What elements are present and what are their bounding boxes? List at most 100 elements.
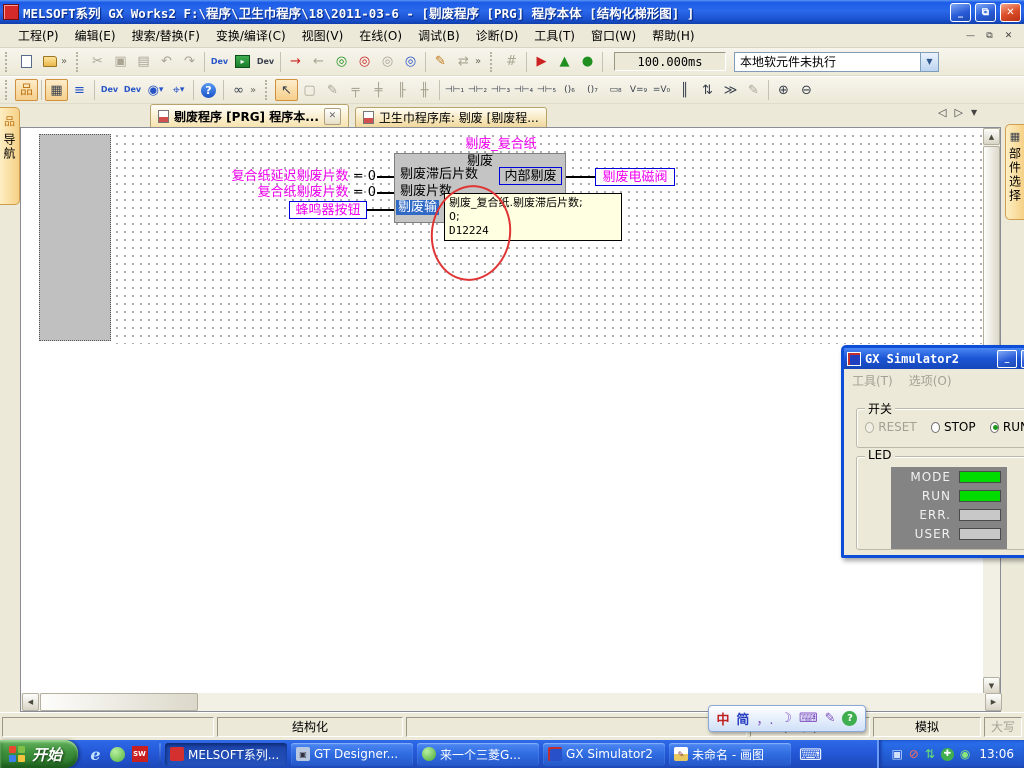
- tab-close-button[interactable]: ✕: [324, 108, 341, 125]
- navigation-side-tab[interactable]: 品 导航: [0, 107, 20, 205]
- jump-instruction-button[interactable]: ≫: [719, 79, 742, 101]
- vertical-pair-button[interactable]: ⇅: [696, 79, 719, 101]
- var-input-button[interactable]: V=₉: [627, 79, 650, 101]
- menu-find-replace[interactable]: 搜索/替换(F): [124, 24, 208, 47]
- ime-fullwidth-icon[interactable]: ☽: [780, 711, 792, 726]
- fb-input-pin-3-selected[interactable]: 剔废输: [396, 200, 439, 215]
- toolbar-grip[interactable]: [76, 52, 83, 72]
- copy-button[interactable]: ▣: [109, 51, 132, 73]
- menu-window[interactable]: 窗口(W): [583, 24, 644, 47]
- taskbar-item-melsoft[interactable]: MELSOFT系列...: [165, 743, 287, 766]
- ime-simplified-icon[interactable]: 简: [736, 709, 749, 728]
- mdi-minimize-button[interactable]: —: [963, 29, 978, 42]
- menu-compile[interactable]: 变换/编译(C): [208, 24, 294, 47]
- tab-list-button[interactable]: ▼: [971, 108, 977, 117]
- application-instruction-button[interactable]: ()₇: [581, 79, 604, 101]
- antivirus-shield-icon[interactable]: ✚: [941, 748, 954, 761]
- search-result-button[interactable]: ◎: [330, 51, 353, 73]
- menu-view[interactable]: 视图(V): [294, 24, 352, 47]
- scroll-right-button[interactable]: ▶: [985, 693, 1002, 711]
- taskbar-item-gt-designer[interactable]: ▣ GT Designer...: [291, 743, 413, 766]
- ladder-left-margin-block[interactable]: [39, 134, 111, 341]
- ime-softkeyboard-icon[interactable]: ⌨: [799, 711, 818, 726]
- falling-pulse-button[interactable]: ⊣⊢₄: [512, 79, 535, 101]
- branch-top-button[interactable]: ╤: [344, 79, 367, 101]
- ime-punctuation-icon[interactable]: ，.: [756, 709, 773, 728]
- toolbar-more-chevron[interactable]: »: [250, 85, 262, 96]
- device-display-button[interactable]: ◉▾: [144, 79, 167, 101]
- tab-scroll-right-button[interactable]: ▷: [954, 106, 962, 119]
- branch-left-button[interactable]: ╟: [390, 79, 413, 101]
- guided-mode-button[interactable]: ✎: [321, 79, 344, 101]
- taskbar-item-paint[interactable]: ✎ 未命名 - 画图: [669, 743, 791, 766]
- simulator-menu-tool[interactable]: 工具(T): [852, 372, 893, 386]
- restore-button[interactable]: ⧉: [975, 3, 996, 22]
- redo-button[interactable]: ↷: [178, 51, 201, 73]
- sync-tray-icon[interactable]: ⇅: [925, 748, 935, 760]
- zoom-in-button[interactable]: ⊕: [772, 79, 795, 101]
- close-contact-button[interactable]: ⊣⊢₂: [466, 79, 489, 101]
- reset-radio[interactable]: [865, 422, 874, 433]
- tab-scroll-left-button[interactable]: ◁: [938, 106, 946, 119]
- scroll-down-button[interactable]: ▼: [983, 677, 1000, 694]
- simulation-start-button[interactable]: ▶: [530, 51, 553, 73]
- cross-reference-button[interactable]: ◎: [376, 51, 399, 73]
- close-button[interactable]: ✕: [1000, 3, 1021, 22]
- taskbar-item-gx-simulator[interactable]: GX Simulator2: [543, 743, 665, 766]
- menu-online[interactable]: 在线(O): [351, 24, 410, 47]
- menu-diagnostics[interactable]: 诊断(D): [468, 24, 527, 47]
- menu-project[interactable]: 工程(P): [10, 24, 67, 47]
- fb-instance-label[interactable]: 剔废_复合纸: [421, 137, 581, 152]
- ime-help-icon[interactable]: ?: [842, 711, 857, 726]
- network-tray-icon[interactable]: ▣: [891, 748, 902, 760]
- jump-prev-button[interactable]: ←: [307, 51, 330, 73]
- keyboard-layout-icon[interactable]: ⌨: [799, 745, 822, 764]
- input-row-1[interactable]: 复合纸延迟剔废片数 = 0: [161, 169, 376, 184]
- offline-tray-icon[interactable]: ⊘: [909, 748, 919, 760]
- cut-button[interactable]: ✂: [86, 51, 109, 73]
- simulator-menu-option[interactable]: 选项(O): [909, 372, 952, 386]
- vertical-scroll-thumb[interactable]: [983, 146, 1000, 376]
- taskbar-item-browser[interactable]: 来一个三菱G...: [417, 743, 539, 766]
- device-comment-button[interactable]: Dev: [208, 51, 231, 73]
- input-row-2[interactable]: 复合纸剔废片数 = 0: [161, 185, 376, 200]
- tab-program-body[interactable]: 剔废程序 [PRG] 程序本... ✕: [150, 104, 349, 127]
- scan-time-field[interactable]: 100.000ms: [614, 52, 726, 71]
- menu-help[interactable]: 帮助(H): [644, 24, 702, 47]
- open-contact-button[interactable]: ⊣⊢₁: [443, 79, 466, 101]
- open-project-button[interactable]: [38, 51, 61, 73]
- network-config-button[interactable]: ⇄: [452, 51, 475, 73]
- parallel-contact-button[interactable]: ⊣⊢₅: [535, 79, 558, 101]
- taskbar-clock[interactable]: 13:06: [976, 747, 1014, 761]
- toolbar-more-chevron[interactable]: »: [475, 56, 487, 67]
- branch-cross-button[interactable]: ╪: [367, 79, 390, 101]
- cross-reference-2-button[interactable]: ◎: [399, 51, 422, 73]
- navigation-window-button[interactable]: 品: [15, 79, 38, 101]
- chevron-down-icon[interactable]: ▼: [920, 53, 938, 71]
- output-target-label[interactable]: 剔废电磁阀: [595, 168, 675, 186]
- simulation-warning-button[interactable]: ▲: [553, 51, 576, 73]
- messenger-icon[interactable]: [109, 746, 126, 763]
- search-result-2-button[interactable]: ◎: [353, 51, 376, 73]
- scroll-left-button[interactable]: ◀: [22, 693, 39, 711]
- mdi-restore-button[interactable]: ⧉: [982, 29, 997, 42]
- horizontal-scroll-thumb[interactable]: [40, 693, 198, 711]
- paste-button[interactable]: ▤: [132, 51, 155, 73]
- device-registration-button[interactable]: Dev: [254, 51, 277, 73]
- help-button[interactable]: ?: [197, 79, 220, 101]
- fb-output-pin[interactable]: 内部剔废: [499, 167, 562, 185]
- toolbar-more-chevron[interactable]: »: [61, 56, 73, 67]
- undo-button[interactable]: ↶: [155, 51, 178, 73]
- ime-chinese-icon[interactable]: 中: [716, 709, 729, 728]
- tab-library[interactable]: 卫生巾程序库: 剔废 [剔废程...: [355, 107, 547, 127]
- simulator-minimize-button[interactable]: _: [997, 350, 1017, 368]
- internet-explorer-icon[interactable]: e: [87, 746, 104, 763]
- window-titlebar[interactable]: MELSOFT系列 GX Works2 F:\程序\卫生巾程序\18\2011-…: [0, 0, 1024, 24]
- device-batch-button[interactable]: Dev: [121, 79, 144, 101]
- start-button[interactable]: 开始: [0, 740, 78, 768]
- zoom-out-button[interactable]: ⊖: [795, 79, 818, 101]
- var-output-button[interactable]: =V₀: [650, 79, 673, 101]
- comment-edit-button[interactable]: ✎: [742, 79, 765, 101]
- select-mode-button[interactable]: ↖: [275, 79, 298, 101]
- simulation-status-button[interactable]: ●: [576, 51, 599, 73]
